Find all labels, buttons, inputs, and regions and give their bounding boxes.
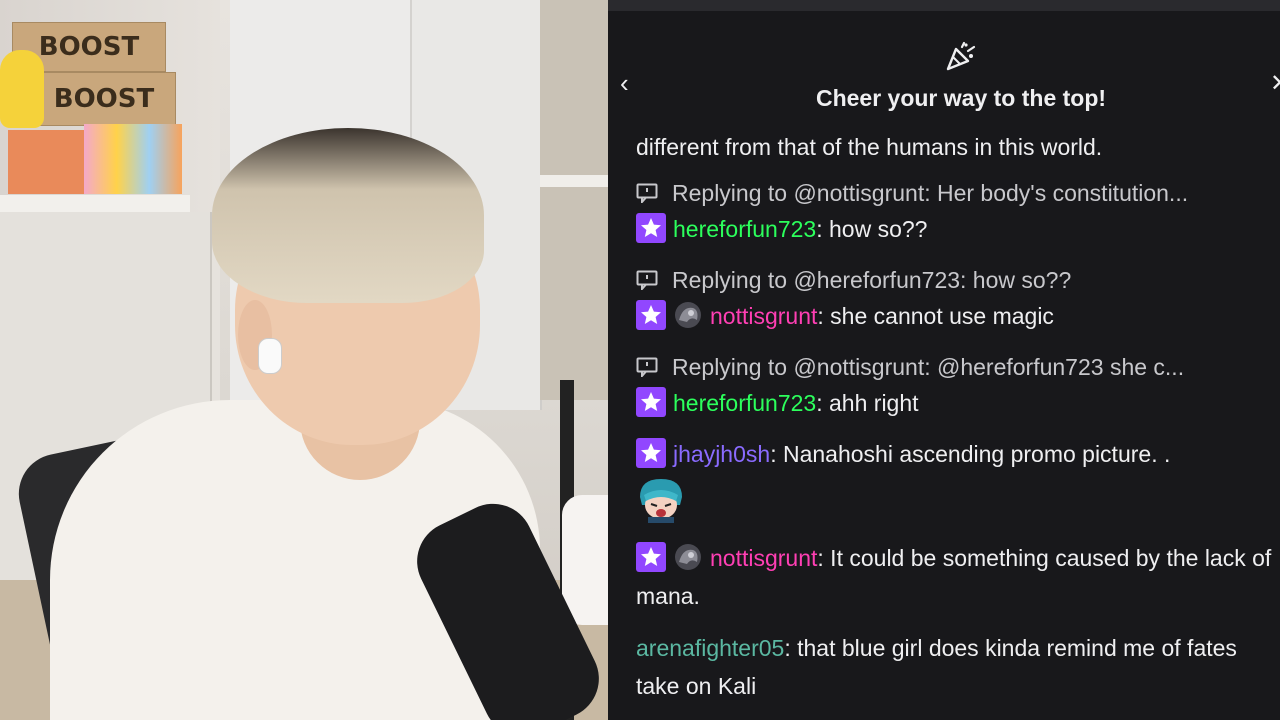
chat-message: hereforfun723: how so?? bbox=[636, 211, 1276, 248]
toy-boxes bbox=[8, 130, 88, 194]
reply-text: Replying to @hereforfun723: how so?? bbox=[672, 267, 1072, 293]
reply-text: Replying to @nottisgrunt: Her body's con… bbox=[672, 180, 1189, 206]
subscriber-badge-icon[interactable] bbox=[673, 300, 703, 330]
counter bbox=[540, 175, 608, 187]
chat-username[interactable]: nottisgrunt bbox=[710, 303, 817, 329]
chat-panel: ‹ Cheer your way to the top! ✕ different… bbox=[608, 0, 1280, 720]
star-badge-icon[interactable] bbox=[636, 213, 666, 243]
chat-username[interactable]: jhayjh0sh bbox=[673, 441, 770, 467]
subscriber-badge-icon[interactable] bbox=[673, 542, 703, 572]
close-icon[interactable]: ✕ bbox=[1270, 71, 1280, 97]
plush-toy bbox=[0, 50, 44, 128]
chat-text: : Nanahoshi ascending promo picture. . bbox=[770, 441, 1171, 467]
chat-text: : how so?? bbox=[816, 216, 928, 242]
message-fragment: different from that of the humans in thi… bbox=[636, 134, 1103, 160]
chat-username[interactable]: hereforfun723 bbox=[673, 390, 816, 416]
toy-boxes bbox=[84, 124, 182, 194]
plush-toy bbox=[562, 495, 608, 625]
chat-username[interactable]: nottisgrunt bbox=[710, 545, 817, 571]
reply-context[interactable]: Replying to @nottisgrunt: @hereforfun723… bbox=[636, 349, 1276, 385]
reply-icon bbox=[636, 183, 658, 203]
chat-text: : ahh right bbox=[816, 390, 919, 416]
chat-username[interactable]: hereforfun723 bbox=[673, 216, 816, 242]
reply-context[interactable]: Replying to @nottisgrunt: Her body's con… bbox=[636, 175, 1276, 211]
star-badge-icon[interactable] bbox=[636, 387, 666, 417]
star-badge-icon[interactable] bbox=[636, 542, 666, 572]
reply-icon bbox=[636, 270, 658, 290]
kitchen-background bbox=[540, 0, 608, 400]
reply-icon bbox=[636, 357, 658, 377]
star-badge-icon[interactable] bbox=[636, 438, 666, 468]
cheer-title: Cheer your way to the top! bbox=[815, 85, 1107, 111]
webcam-feed: BOOST BOOST bbox=[0, 0, 608, 720]
chat-username[interactable]: arenafighter05 bbox=[636, 635, 784, 661]
earbud bbox=[258, 338, 282, 374]
star-badge-icon[interactable] bbox=[636, 300, 666, 330]
shelf bbox=[0, 195, 190, 213]
streamer-hair bbox=[212, 128, 484, 303]
chat-message: nottisgrunt: It could be something cause… bbox=[636, 539, 1276, 615]
reply-context[interactable]: Replying to @hereforfun723: how so?? bbox=[636, 262, 1276, 298]
party-popper-icon bbox=[946, 41, 976, 71]
anime-emote-icon[interactable] bbox=[636, 475, 686, 523]
chat-text: : she cannot use magic bbox=[817, 303, 1054, 329]
boost-box: BOOST bbox=[32, 72, 176, 126]
chat-message: jhayjh0sh: Nanahoshi ascending promo pic… bbox=[636, 436, 1276, 473]
chat-message: arenafighter05: that blue girl does kind… bbox=[636, 629, 1276, 705]
top-bar bbox=[608, 0, 1280, 11]
cheer-header: ‹ Cheer your way to the top! ✕ bbox=[608, 11, 1280, 133]
chat-message: nottisgrunt: she cannot use magic bbox=[636, 298, 1276, 335]
reply-text: Replying to @nottisgrunt: @hereforfun723… bbox=[672, 354, 1185, 380]
chat-message: hereforfun723: ahh right bbox=[636, 385, 1276, 422]
chat-messages: different from that of the humans in thi… bbox=[636, 133, 1276, 705]
